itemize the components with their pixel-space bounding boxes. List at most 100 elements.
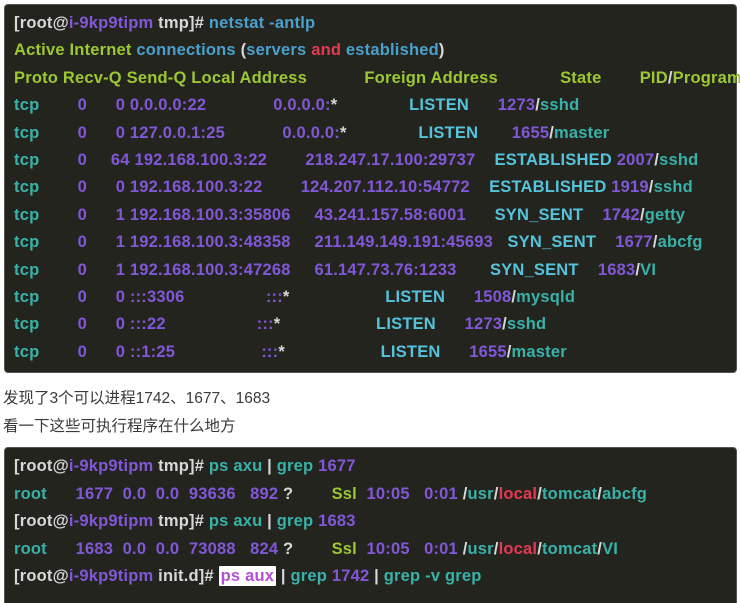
terminal-text-segment: [root@ [14, 457, 69, 475]
terminal-text-segment: 0 1 [39, 233, 130, 251]
terminal-text-segment: 1742 [602, 206, 640, 224]
note-line: 发现了3个可以进程1742、1677、1683 [3, 385, 737, 413]
terminal-text-segment: 0.0.0.0: [282, 124, 340, 142]
terminal-text-segment [291, 261, 315, 279]
terminal-text-segment: grep [277, 457, 318, 475]
terminal-text-segment: SYN_SENT [495, 206, 584, 224]
terminal-text-segment: ? [283, 485, 293, 503]
terminal-text-segment: 211.149.149.191:45693 [315, 233, 494, 251]
terminal-line: Proto Recv-Q Send-Q Local Address Foreig… [14, 65, 727, 92]
terminal-text-segment: LISTEN [409, 96, 469, 114]
terminal-text-segment: 0 1 [39, 261, 130, 279]
terminal-text-segment [206, 96, 273, 114]
terminal-text-segment: tcp [14, 261, 39, 279]
terminal-text-segment: ? [283, 540, 293, 558]
terminal-text-segment: Ssl [332, 485, 357, 503]
terminal-text-segment: 0 1 [39, 206, 130, 224]
terminal-text-segment [290, 288, 386, 306]
terminal-text-segment: i-9kp9tipm [69, 457, 154, 475]
terminal-text-segment [583, 206, 602, 224]
terminal-text-segment [47, 540, 76, 558]
terminal-line: tcp 0 1 192.168.100.3:35806 43.241.157.5… [14, 202, 727, 229]
terminal-netstat-output: [root@i-9kp9tipm tmp]# netstat -antlpAct… [4, 4, 737, 373]
terminal-text-segment: mysqld [516, 288, 575, 306]
terminal-text-segment: and [306, 41, 341, 59]
terminal-text-segment: LISTEN [385, 288, 445, 306]
terminal-line: tcp 0 64 192.168.100.3:22 218.247.17.100… [14, 147, 727, 174]
terminal-text-segment: 1273 [498, 96, 536, 114]
terminal-line: tcp 0 0 192.168.100.3:22 124.207.112.10:… [14, 174, 727, 201]
terminal-text-segment: [root@ [14, 512, 69, 530]
terminal-text-segment [47, 485, 76, 503]
terminal-line: [root@i-9kp9tipm tmp]# ps axu | grep 168… [14, 508, 727, 535]
terminal-text-segment: tomcat [542, 540, 597, 558]
terminal-text-segment: LISTEN [381, 343, 441, 361]
terminal-text-segment: abcfg [602, 485, 647, 503]
terminal-line: tcp 0 0 ::1:25 :::* LISTEN 1655/master [14, 339, 727, 366]
terminal-text-segment: 1683 [318, 512, 356, 530]
terminal-ps-output: [root@i-9kp9tipm tmp]# ps axu | grep 167… [4, 447, 737, 603]
highlighted-command: ps aux [219, 566, 276, 586]
terminal-text-segment: VI [640, 261, 656, 279]
terminal-text-segment: SYN_SENT [490, 261, 579, 279]
terminal-text-segment: init.d]# [153, 567, 218, 585]
terminal-text-segment: i-9kp9tipm [69, 14, 154, 32]
terminal-text-segment: 10:05 0:01 [357, 485, 463, 503]
terminal-line: tcp 0 0 0.0.0.0:22 0.0.0.0:* LISTEN 1273… [14, 92, 727, 119]
terminal-text-segment: tmp]# [153, 512, 208, 530]
terminal-text-segment [291, 206, 315, 224]
terminal-text-segment [291, 233, 315, 251]
terminal-text-segment: 1683 0.0 0.0 73088 824 [76, 540, 283, 558]
terminal-text-segment: 43.241.157.58:6001 [315, 206, 466, 224]
terminal-text-segment: tcp [14, 206, 39, 224]
terminal-text-segment [493, 233, 507, 251]
terminal-line: tcp 0 1 192.168.100.3:47268 61.147.73.76… [14, 257, 727, 284]
terminal-text-segment: local [499, 540, 538, 558]
terminal-text-segment: root [14, 540, 47, 558]
terminal-text-segment: grep [277, 512, 318, 530]
terminal-text-segment [337, 96, 409, 114]
terminal-text-segment: netstat -antlp [209, 14, 315, 32]
terminal-text-segment [225, 124, 282, 142]
terminal-text-segment: 0 0 [39, 343, 130, 361]
terminal-text-segment: * [278, 343, 285, 361]
terminal-text-segment [280, 315, 376, 333]
terminal-text-segment: usr [468, 540, 494, 558]
terminal-text-segment [445, 288, 474, 306]
terminal-text-segment: * [340, 124, 347, 142]
terminal-text-segment: :::22 [130, 315, 166, 333]
terminal-text-segment [466, 206, 495, 224]
terminal-text-segment: VI [602, 540, 618, 558]
terminal-text-segment: | [374, 567, 384, 585]
terminal-line: tcp 0 1 192.168.100.3:48358 211.149.149.… [14, 229, 727, 256]
terminal-line: [root@i-9kp9tipm tmp]# ps axu | grep 167… [14, 453, 727, 480]
terminal-text-segment [579, 261, 598, 279]
terminal-text-segment: 1273 [465, 315, 503, 333]
terminal-text-segment: 1677 [615, 233, 653, 251]
terminal-text-segment: 192.168.100.3:35806 [130, 206, 291, 224]
terminal-text-segment [469, 96, 498, 114]
terminal-text-segment: 1655 [469, 343, 507, 361]
terminal-text-segment: established [341, 41, 439, 59]
terminal-text-segment: LISTEN [376, 315, 436, 333]
terminal-text-segment: sshd [654, 178, 693, 196]
terminal-text-segment: ::1:25 [130, 343, 175, 361]
terminal-text-segment: | [267, 512, 277, 530]
terminal-text-segment: 0 0 [39, 315, 130, 333]
terminal-text-segment: grep [291, 567, 332, 585]
terminal-text-segment: :::3306 [130, 288, 185, 306]
terminal-line: Active Internet connections (servers and… [14, 37, 727, 64]
terminal-text-segment: 1655 [512, 124, 550, 142]
terminal-text-segment: 2007 [617, 151, 655, 169]
terminal-text-segment: 192.168.100.3:22 [134, 151, 267, 169]
terminal-text-segment: Ssl [332, 540, 357, 558]
terminal-text-segment: 192.168.100.3:47268 [130, 261, 291, 279]
terminal-text-segment [293, 540, 331, 558]
terminal-text-segment: 1677 [318, 457, 356, 475]
terminal-text-segment: 0.0.0.0:22 [130, 96, 206, 114]
terminal-text-segment [470, 178, 489, 196]
terminal-text-segment: 0.0.0.0: [273, 96, 331, 114]
terminal-line: tcp 0 0 127.0.0.1:25 0.0.0.0:* LISTEN 16… [14, 120, 727, 147]
terminal-text-segment: tcp [14, 124, 39, 142]
terminal-text-segment [596, 233, 615, 251]
